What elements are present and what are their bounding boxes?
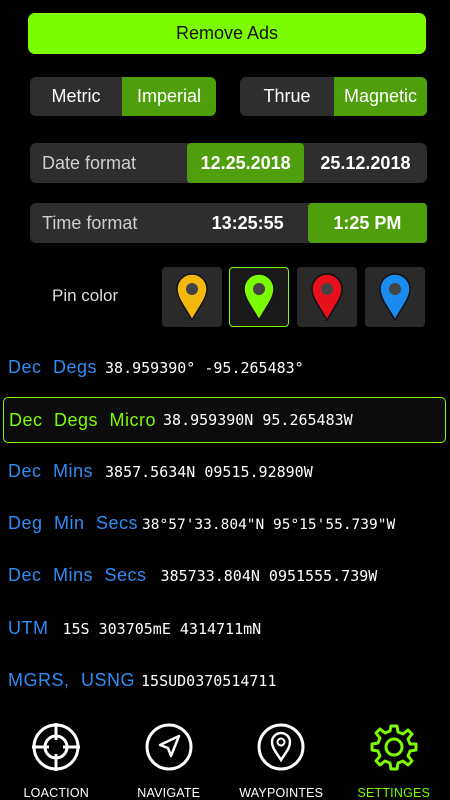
coord-format-value: 38.959390° -95.265483°	[105, 359, 304, 377]
coord-format-mgrs-usng[interactable]: MGRS, USNG 15SUD0370514711	[8, 670, 276, 696]
coord-format-value: 15S 303705mE 4314711mN	[62, 620, 262, 638]
nav-navigate-tab[interactable]: NAVIGATE	[113, 716, 226, 800]
thrue-option[interactable]: Thrue	[240, 77, 334, 116]
time-format-24h-option[interactable]: 13:25:55	[187, 203, 307, 243]
green-pin-icon	[243, 273, 275, 322]
date-format-row: Date format 12.25.2018 25.12.2018	[30, 143, 427, 183]
coord-format-value: 38°57'33.804"N 95°15'55.739"W	[142, 517, 396, 533]
coord-format-dec-degs[interactable]: Dec Degs 38.959390° -95.265483°	[8, 357, 304, 383]
coord-format-dec-mins[interactable]: Dec Mins 3857.5634N 09515.92890W	[8, 461, 313, 487]
coord-format-name: Dec Degs Micro	[9, 409, 157, 430]
crosshair-icon	[32, 723, 81, 771]
date-format-eu-option[interactable]: 25.12.2018	[304, 143, 427, 183]
nav-settings-label: SETTINGES	[357, 786, 431, 800]
remove-ads-button[interactable]: Remove Ads	[28, 13, 426, 54]
gear-icon	[370, 724, 418, 771]
yellow-pin-icon	[176, 273, 208, 322]
nav-waypoints-label: WAYPOINTES	[239, 786, 324, 800]
metric-option[interactable]: Metric	[30, 77, 122, 116]
coord-format-name: Dec Degs	[8, 357, 98, 377]
pin-color-red[interactable]	[297, 267, 357, 327]
coord-format-deg-min-secs[interactable]: Deg Min Secs 38°57'33.804"N 95°15'55.739…	[8, 513, 395, 539]
nav-waypoints-tab[interactable]: WAYPOINTES	[225, 716, 338, 800]
pin-color-yellow[interactable]	[162, 267, 222, 327]
coord-format-dec-mins-secs[interactable]: Dec Mins Secs 385733.804N 0951555.739W	[8, 565, 377, 591]
coord-format-value: 15SUD0370514711	[141, 672, 277, 690]
blue-pin-icon	[379, 273, 411, 322]
pin-color-green[interactable]	[229, 267, 289, 327]
coord-format-value: 38.959390N 95.265483W	[163, 411, 353, 429]
bottom-navigation: LOACTION NAVIGATE WAYPOINTES SETTINGES	[0, 716, 450, 800]
coord-format-value: 3857.5634N 09515.92890W	[105, 463, 313, 481]
north-reference-toggle: Thrue Magnetic	[240, 77, 427, 116]
pin-color-label: Pin color	[52, 286, 119, 305]
nav-navigate-label: NAVIGATE	[137, 786, 201, 800]
coord-format-utm[interactable]: UTM 15S 303705mE 4314711mN	[8, 618, 261, 644]
coord-format-name: Dec Mins	[8, 461, 94, 481]
imperial-option[interactable]: Imperial	[122, 77, 216, 116]
date-format-label: Date format	[42, 152, 137, 173]
nav-location-label: LOACTION	[23, 786, 89, 800]
units-toggle: Metric Imperial	[30, 77, 216, 116]
coord-format-name: UTM	[8, 618, 49, 638]
pin-color-blue[interactable]	[365, 267, 425, 327]
magnetic-option[interactable]: Magnetic	[334, 77, 427, 116]
time-format-row: Time format 13:25:55 1:25 PM	[30, 203, 427, 243]
coord-format-name: Deg Min Secs	[8, 513, 139, 533]
coord-format-name: MGRS, USNG	[8, 670, 136, 690]
date-format-us-option[interactable]: 12.25.2018	[187, 143, 304, 183]
red-pin-icon	[311, 273, 343, 322]
time-format-label: Time format	[42, 212, 138, 233]
nav-settings-tab[interactable]: SETTINGES	[338, 716, 450, 800]
coord-format-value: 385733.804N 0951555.739W	[160, 567, 378, 585]
coord-format-dec-degs-micro[interactable]: Dec Degs Micro 38.959390N 95.265483W	[3, 397, 446, 443]
nav-location-tab[interactable]: LOACTION	[0, 716, 113, 800]
waypoint-pin-icon	[257, 723, 305, 771]
navigation-arrow-icon	[145, 723, 193, 771]
coord-format-name: Dec Mins Secs	[8, 565, 147, 585]
time-format-12h-option[interactable]: 1:25 PM	[307, 203, 427, 243]
